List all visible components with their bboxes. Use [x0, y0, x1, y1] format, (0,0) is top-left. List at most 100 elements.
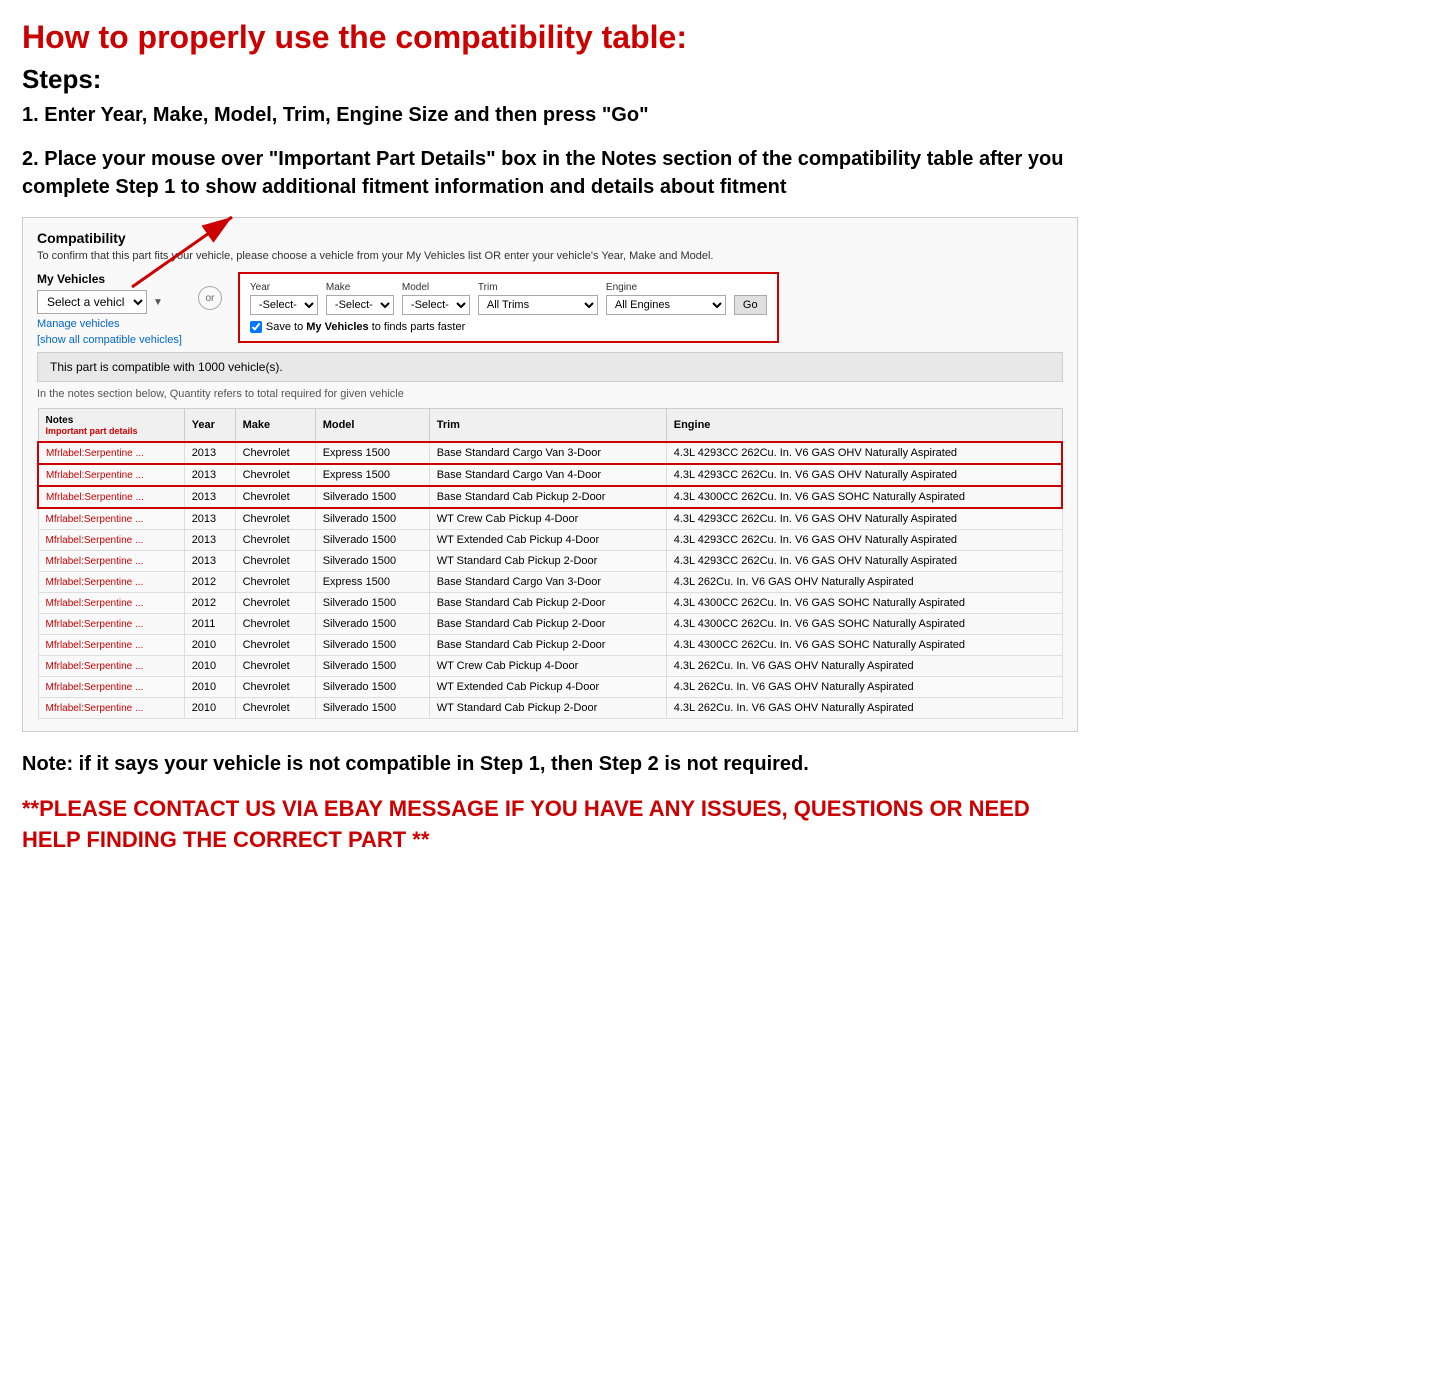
engine-select[interactable]: All Engines	[606, 295, 726, 315]
compat-subtitle: To confirm that this part fits your vehi…	[37, 250, 1063, 262]
table-row: Mfrlabel:Serpentine ...2010ChevroletSilv…	[38, 635, 1062, 656]
cell-model: Express 1500	[315, 572, 429, 593]
contact-text: **PLEASE CONTACT US VIA EBAY MESSAGE IF …	[22, 794, 1078, 856]
cell-trim: Base Standard Cab Pickup 2-Door	[429, 614, 666, 635]
table-row: Mfrlabel:Serpentine ...2013ChevroletSilv…	[38, 486, 1062, 508]
ymm-section: Year -Select- Make -Select- Model	[238, 272, 779, 343]
cell-make: Chevrolet	[235, 593, 315, 614]
notes-cell: Mfrlabel:Serpentine ...	[38, 464, 184, 486]
go-button[interactable]: Go	[734, 295, 767, 315]
cell-trim: Base Standard Cab Pickup 2-Door	[429, 486, 666, 508]
trim-label: Trim	[478, 282, 598, 293]
cell-make: Chevrolet	[235, 635, 315, 656]
step2-text: 2. Place your mouse over "Important Part…	[22, 145, 1078, 201]
cell-year: 2013	[184, 464, 235, 486]
notes-cell: Mfrlabel:Serpentine ...	[38, 677, 184, 698]
save-checkbox[interactable]	[250, 321, 262, 333]
notes-cell: Mfrlabel:Serpentine ...	[38, 442, 184, 464]
col-make: Make	[235, 409, 315, 443]
cell-trim: Base Standard Cab Pickup 2-Door	[429, 635, 666, 656]
cell-make: Chevrolet	[235, 464, 315, 486]
my-vehicles-label: My Vehicles	[37, 272, 182, 286]
model-group: Model -Select-	[402, 282, 470, 315]
compatibility-section: Compatibility To confirm that this part …	[22, 217, 1078, 732]
cell-engine: 4.3L 4293CC 262Cu. In. V6 GAS OHV Natura…	[666, 551, 1062, 572]
make-select[interactable]: -Select-	[326, 295, 394, 315]
cell-year: 2013	[184, 442, 235, 464]
cell-make: Chevrolet	[235, 442, 315, 464]
table-row: Mfrlabel:Serpentine ...2012ChevroletExpr…	[38, 572, 1062, 593]
cell-trim: Base Standard Cargo Van 4-Door	[429, 464, 666, 486]
notes-col-label: Notes	[46, 415, 74, 426]
cell-model: Silverado 1500	[315, 551, 429, 572]
col-model: Model	[315, 409, 429, 443]
table-header-row: Notes Important part details Year Make M…	[38, 409, 1062, 443]
model-label: Model	[402, 282, 470, 293]
make-label: Make	[326, 282, 394, 293]
engine-label: Engine	[606, 282, 726, 293]
my-vehicles-section: My Vehicles Select a vehicle ▼ Manage ve…	[37, 272, 182, 346]
table-body: Mfrlabel:Serpentine ...2013ChevroletExpr…	[38, 442, 1062, 719]
cell-trim: WT Crew Cab Pickup 4-Door	[429, 508, 666, 530]
model-select[interactable]: -Select-	[402, 295, 470, 315]
table-row: Mfrlabel:Serpentine ...2010ChevroletSilv…	[38, 656, 1062, 677]
table-row: Mfrlabel:Serpentine ...2013ChevroletSilv…	[38, 508, 1062, 530]
manage-vehicles-link[interactable]: Manage vehicles	[37, 318, 182, 330]
year-select[interactable]: -Select-	[250, 295, 318, 315]
cell-model: Silverado 1500	[315, 508, 429, 530]
notes-cell: Mfrlabel:Serpentine ...	[38, 656, 184, 677]
cell-trim: Base Standard Cab Pickup 2-Door	[429, 593, 666, 614]
cell-year: 2011	[184, 614, 235, 635]
main-title: How to properly use the compatibility ta…	[22, 18, 1078, 56]
cell-model: Silverado 1500	[315, 656, 429, 677]
cell-make: Chevrolet	[235, 572, 315, 593]
steps-title: Steps:	[22, 64, 1078, 95]
cell-year: 2010	[184, 677, 235, 698]
cell-year: 2013	[184, 551, 235, 572]
cell-make: Chevrolet	[235, 508, 315, 530]
trim-select[interactable]: All Trims	[478, 295, 598, 315]
table-row: Mfrlabel:Serpentine ...2013ChevroletExpr…	[38, 442, 1062, 464]
cell-year: 2013	[184, 486, 235, 508]
cell-model: Silverado 1500	[315, 614, 429, 635]
cell-engine: 4.3L 4300CC 262Cu. In. V6 GAS SOHC Natur…	[666, 486, 1062, 508]
vehicle-select[interactable]: Select a vehicle	[37, 290, 147, 314]
col-notes: Notes Important part details	[38, 409, 184, 443]
table-row: Mfrlabel:Serpentine ...2011ChevroletSilv…	[38, 614, 1062, 635]
cell-model: Express 1500	[315, 442, 429, 464]
cell-year: 2010	[184, 635, 235, 656]
notes-cell: Mfrlabel:Serpentine ...	[38, 572, 184, 593]
save-label: Save to My Vehicles to finds parts faste…	[266, 321, 465, 333]
cell-model: Silverado 1500	[315, 677, 429, 698]
cell-engine: 4.3L 4300CC 262Cu. In. V6 GAS SOHC Natur…	[666, 614, 1062, 635]
cell-make: Chevrolet	[235, 614, 315, 635]
table-row: Mfrlabel:Serpentine ...2010ChevroletSilv…	[38, 698, 1062, 719]
year-group: Year -Select-	[250, 282, 318, 315]
cell-engine: 4.3L 4300CC 262Cu. In. V6 GAS SOHC Natur…	[666, 635, 1062, 656]
col-year: Year	[184, 409, 235, 443]
cell-engine: 4.3L 262Cu. In. V6 GAS OHV Naturally Asp…	[666, 677, 1062, 698]
cell-model: Silverado 1500	[315, 593, 429, 614]
ymm-fields: Year -Select- Make -Select- Model	[250, 282, 767, 315]
cell-engine: 4.3L 4293CC 262Cu. In. V6 GAS OHV Natura…	[666, 442, 1062, 464]
compatibility-table: Notes Important part details Year Make M…	[37, 408, 1063, 719]
year-label: Year	[250, 282, 318, 293]
cell-year: 2013	[184, 508, 235, 530]
cell-year: 2012	[184, 593, 235, 614]
notes-cell: Mfrlabel:Serpentine ...	[38, 486, 184, 508]
table-row: Mfrlabel:Serpentine ...2013ChevroletSilv…	[38, 530, 1062, 551]
save-checkbox-row: Save to My Vehicles to finds parts faste…	[250, 321, 767, 333]
cell-year: 2010	[184, 698, 235, 719]
cell-engine: 4.3L 4293CC 262Cu. In. V6 GAS OHV Natura…	[666, 508, 1062, 530]
table-row: Mfrlabel:Serpentine ...2010ChevroletSilv…	[38, 677, 1062, 698]
cell-year: 2010	[184, 656, 235, 677]
cell-make: Chevrolet	[235, 698, 315, 719]
cell-year: 2012	[184, 572, 235, 593]
cell-model: Silverado 1500	[315, 635, 429, 656]
table-row: Mfrlabel:Serpentine ...2013ChevroletSilv…	[38, 551, 1062, 572]
show-all-link[interactable]: [show all compatible vehicles]	[37, 334, 182, 346]
cell-make: Chevrolet	[235, 656, 315, 677]
notes-cell: Mfrlabel:Serpentine ...	[38, 698, 184, 719]
cell-engine: 4.3L 262Cu. In. V6 GAS OHV Naturally Asp…	[666, 572, 1062, 593]
cell-model: Express 1500	[315, 464, 429, 486]
